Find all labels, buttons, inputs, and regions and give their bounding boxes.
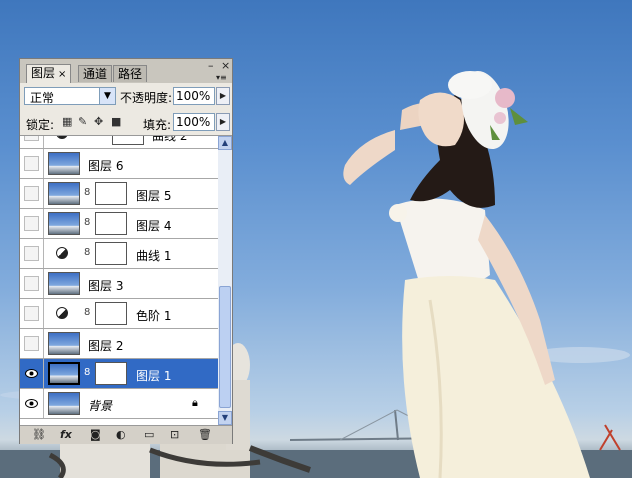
close-icon[interactable]: × xyxy=(221,60,230,71)
lock-transparent-icon[interactable]: ▦ xyxy=(62,116,72,128)
lock-move-icon[interactable]: ✥ xyxy=(94,116,103,128)
adjustment-layer-icon xyxy=(56,247,68,259)
tab-paths-label: 路径 xyxy=(118,67,143,81)
link-icon[interactable]: 8 xyxy=(84,247,90,258)
panel-bottom-toolbar: ⛓ fx ◙ ◐ ▭ ⊡ 🗑︎ xyxy=(20,425,232,444)
mask-thumbnail[interactable] xyxy=(95,302,127,325)
visibility-toggle[interactable] xyxy=(24,276,39,291)
lock-icon: 🔒︎ xyxy=(192,396,198,409)
visibility-toggle[interactable] xyxy=(24,246,39,261)
new-layer-icon[interactable]: ⊡ xyxy=(170,428,179,441)
scroll-down-icon[interactable]: ▼ xyxy=(218,411,232,425)
layer-row[interactable]: 8 图层 4 xyxy=(20,209,218,239)
link-icon[interactable]: 8 xyxy=(84,217,90,228)
lock-paint-icon[interactable]: ✎ xyxy=(78,116,87,128)
layer-name: 图层 4 xyxy=(136,219,172,233)
adjustment-icon[interactable]: ◐ xyxy=(116,428,126,441)
tab-close-icon[interactable]: × xyxy=(58,69,66,80)
layer-row[interactable]: 8 色阶 1 xyxy=(20,299,218,329)
layer-name: 曲线 2 xyxy=(152,136,188,143)
layer-thumbnail[interactable] xyxy=(48,152,80,175)
layers-panel: 图层 × 通道 路径 – × ▾≡ 正常 ▼ 不透明度: 100% ▶ 锁定: ▦… xyxy=(19,58,233,444)
opacity-input[interactable]: 100% xyxy=(173,87,215,105)
mask-thumbnail[interactable] xyxy=(95,362,127,385)
blend-mode-select[interactable]: 正常 ▼ xyxy=(24,87,116,105)
chevron-down-icon[interactable]: ▼ xyxy=(99,88,115,104)
layer-row[interactable]: 背景 🔒︎ xyxy=(20,389,218,419)
adjustment-layer-icon xyxy=(56,307,68,319)
layer-row[interactable]: 8 图层 5 xyxy=(20,179,218,209)
visibility-toggle[interactable] xyxy=(24,136,39,141)
layer-row-selected[interactable]: 8 图层 1 xyxy=(20,359,218,389)
folder-icon[interactable]: ▭ xyxy=(144,428,154,441)
link-icon[interactable]: 8 xyxy=(84,187,90,198)
eye-icon[interactable] xyxy=(24,366,39,381)
tab-layers[interactable]: 图层 × xyxy=(26,64,72,83)
fx-icon[interactable]: fx xyxy=(60,428,72,441)
visibility-toggle[interactable] xyxy=(24,336,39,351)
layer-row[interactable]: 图层 2 xyxy=(20,329,218,359)
visibility-toggle[interactable] xyxy=(24,216,39,231)
layer-row[interactable]: 8 曲线 1 xyxy=(20,239,218,269)
fill-input[interactable]: 100% xyxy=(173,113,215,131)
mask-thumbnail[interactable] xyxy=(95,212,127,235)
layer-name: 图层 6 xyxy=(88,159,124,173)
layer-name: 背景 xyxy=(88,399,113,413)
scroll-thumb[interactable] xyxy=(219,286,231,408)
mask-thumbnail[interactable] xyxy=(95,182,127,205)
layer-name: 曲线 1 xyxy=(136,249,172,263)
panel-menu-icon[interactable]: ▾≡ xyxy=(216,73,227,83)
layer-thumbnail[interactable] xyxy=(48,212,80,235)
link-layers-icon[interactable]: ⛓ xyxy=(32,428,46,441)
tab-layers-label: 图层 xyxy=(31,66,56,80)
add-mask-icon[interactable]: ◙ xyxy=(90,428,101,441)
visibility-toggle[interactable] xyxy=(24,156,39,171)
layer-name: 图层 2 xyxy=(88,339,124,353)
layer-name: 图层 3 xyxy=(88,279,124,293)
fill-label: 填充: xyxy=(143,118,172,132)
trash-icon[interactable]: 🗑︎ xyxy=(198,428,212,441)
link-icon[interactable]: 8 xyxy=(84,307,90,318)
layer-row[interactable]: 8 曲线 2 xyxy=(20,136,218,149)
mask-thumbnail[interactable] xyxy=(112,136,144,145)
tab-channels-label: 通道 xyxy=(83,67,108,81)
layer-name: 色阶 1 xyxy=(136,309,172,323)
eye-icon[interactable] xyxy=(24,396,39,411)
layer-thumbnail[interactable] xyxy=(48,332,80,355)
layer-name: 图层 1 xyxy=(136,369,172,383)
layer-name: 图层 5 xyxy=(136,189,172,203)
lock-all-icon[interactable]: ■ xyxy=(111,116,121,128)
adjustment-layer-icon xyxy=(56,136,68,139)
minimize-icon[interactable]: – xyxy=(208,60,214,71)
layer-row[interactable]: 图层 3 xyxy=(20,269,218,299)
blend-mode-value: 正常 xyxy=(30,91,55,105)
layer-thumbnail[interactable] xyxy=(48,362,80,385)
blend-opacity-row: 正常 ▼ 不透明度: 100% ▶ xyxy=(20,83,232,109)
layers-scrollbar[interactable]: ▲ ▼ xyxy=(218,136,232,425)
visibility-toggle[interactable] xyxy=(24,306,39,321)
fill-slider-button[interactable]: ▶ xyxy=(216,113,230,131)
visibility-toggle[interactable] xyxy=(24,186,39,201)
mask-thumbnail[interactable] xyxy=(95,242,127,265)
layer-thumbnail[interactable] xyxy=(48,272,80,295)
opacity-label: 不透明度: xyxy=(120,91,173,105)
layer-thumbnail[interactable] xyxy=(48,392,80,415)
layer-row[interactable]: 图层 6 xyxy=(20,149,218,179)
lock-fill-row: 锁定: ▦ ✎ ✥ ■ 填充: 100% ▶ xyxy=(20,109,232,136)
opacity-slider-button[interactable]: ▶ xyxy=(216,87,230,105)
panel-titlebar: 图层 × 通道 路径 – × ▾≡ xyxy=(20,59,232,83)
scroll-up-icon[interactable]: ▲ xyxy=(218,136,232,150)
tab-paths[interactable]: 路径 xyxy=(113,65,148,82)
link-icon[interactable]: 8 xyxy=(102,136,108,138)
layer-thumbnail[interactable] xyxy=(48,182,80,205)
link-icon[interactable]: 8 xyxy=(84,367,90,378)
layers-list: 8 曲线 2 图层 6 8 图层 5 8 图层 4 xyxy=(20,136,218,425)
tab-channels[interactable]: 通道 xyxy=(78,65,113,82)
lock-label: 锁定: xyxy=(26,118,55,132)
